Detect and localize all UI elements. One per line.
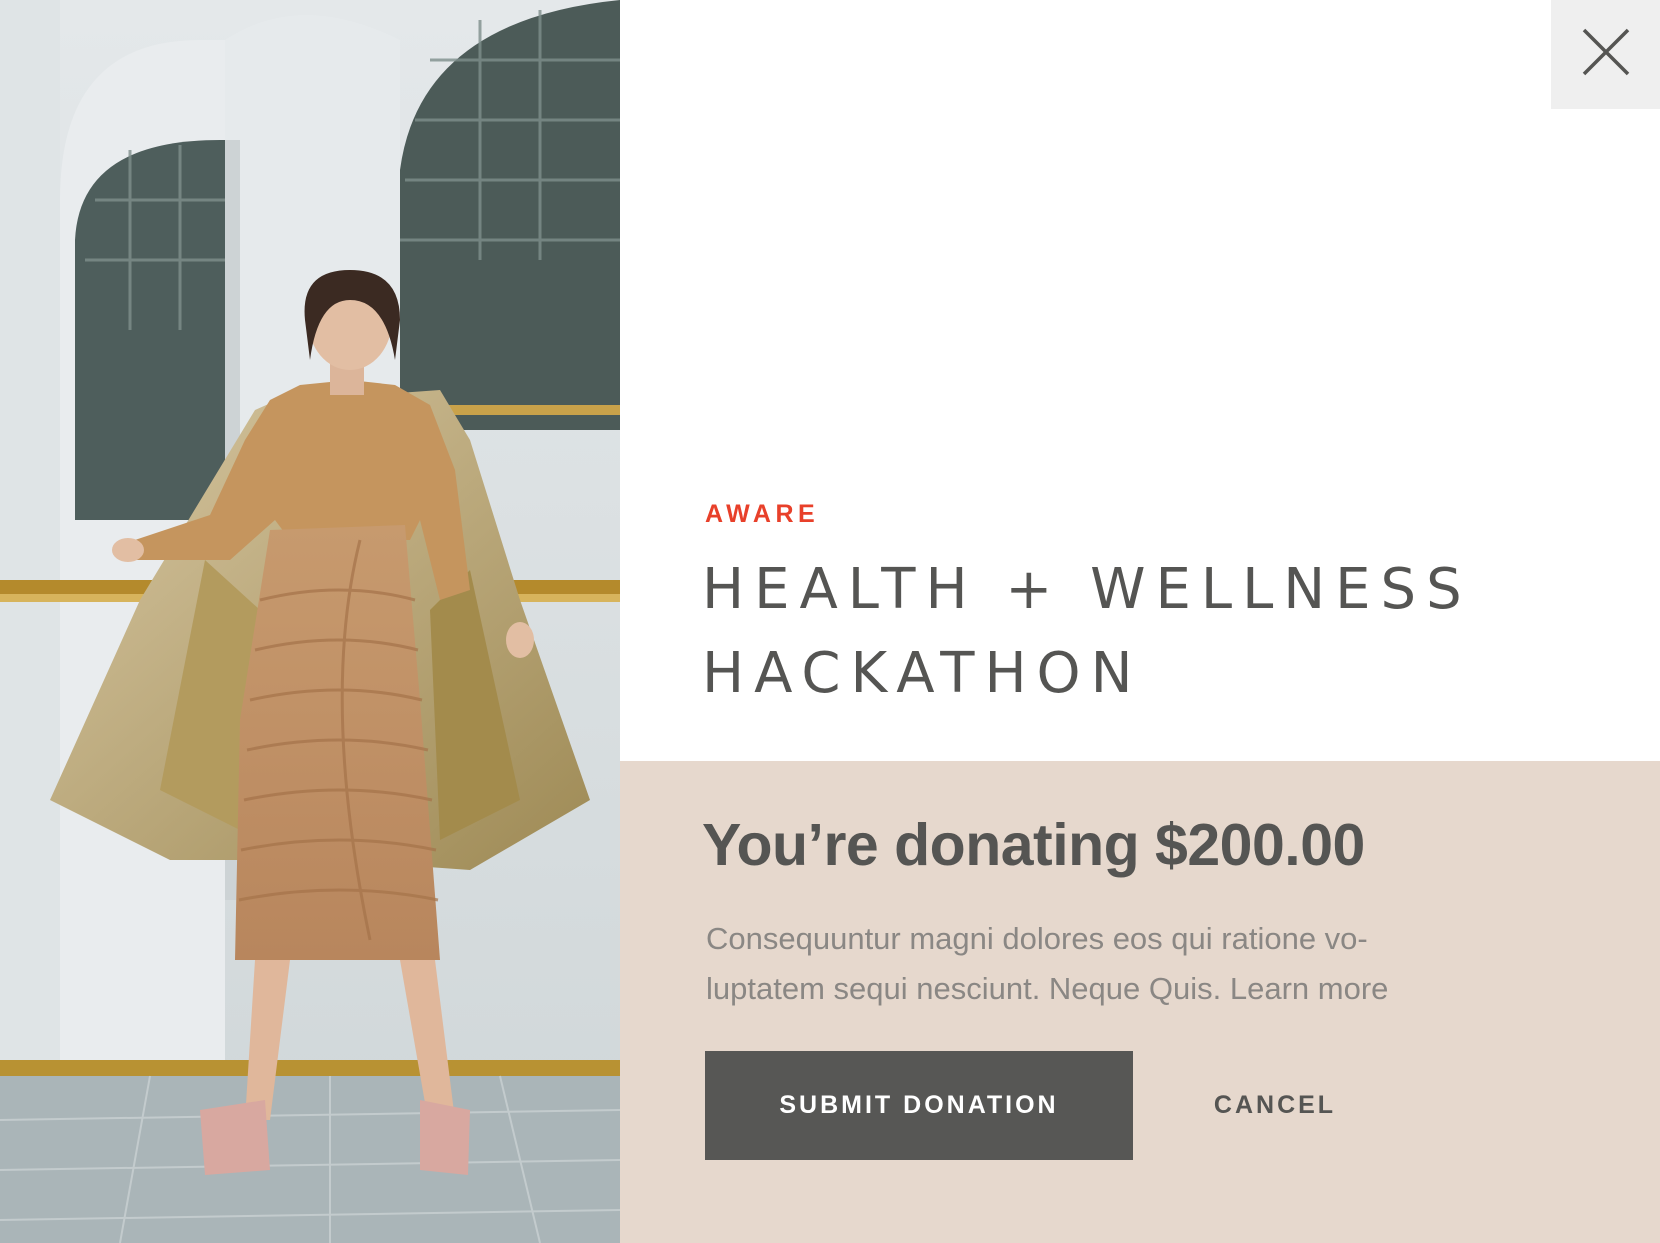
donation-description-line2: luptatem sequi nesciunt. Neque Quis. Lea… bbox=[706, 964, 1446, 1014]
learn-more-link[interactable]: Learn more bbox=[1230, 971, 1389, 1006]
campaign-title-line1: HEALTH + WELLNESS bbox=[702, 557, 1472, 622]
donation-panel: You’re donating $200.00 Consequuntur mag… bbox=[620, 761, 1660, 1243]
campaign-title-line2: HACKATHON bbox=[702, 641, 1143, 706]
donation-description-line1: Consequuntur magni dolores eos qui ratio… bbox=[706, 921, 1368, 956]
fashion-photo-illustration bbox=[0, 0, 620, 1243]
donation-description: Consequuntur magni dolores eos qui ratio… bbox=[706, 914, 1446, 1014]
hero-photo bbox=[0, 0, 620, 1243]
close-button[interactable] bbox=[1551, 0, 1660, 109]
donation-heading: You’re donating $200.00 bbox=[702, 812, 1365, 878]
campaign-eyebrow: AWARE bbox=[705, 500, 820, 528]
submit-donation-button[interactable]: SUBMIT DONATION bbox=[705, 1051, 1133, 1160]
close-icon bbox=[1581, 27, 1631, 82]
cancel-button[interactable]: CANCEL bbox=[1165, 1051, 1385, 1160]
donation-description-line2-text: luptatem sequi nesciunt. Neque Quis. bbox=[706, 971, 1230, 1006]
campaign-title: HEALTH + WELLNESS HACKATHON bbox=[702, 548, 1602, 716]
